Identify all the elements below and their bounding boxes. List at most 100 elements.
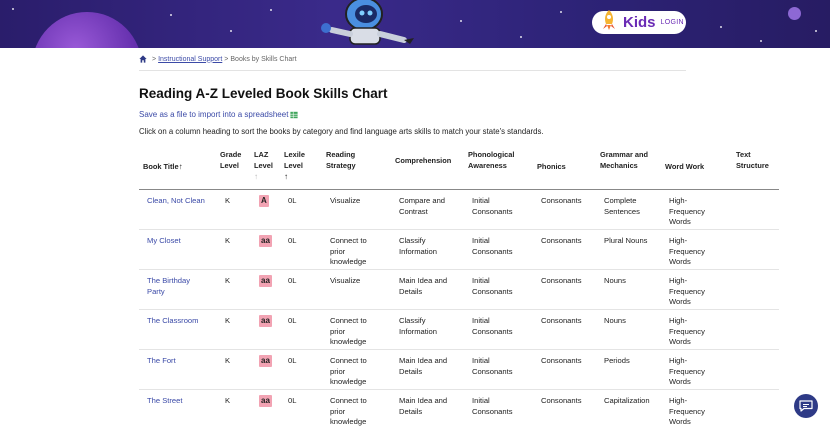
- book-title-link[interactable]: Clean, Not Clean: [147, 196, 205, 207]
- sort-up-icon: ↑: [284, 172, 288, 181]
- column-header-book-title[interactable]: Book Title↑: [143, 161, 183, 172]
- breadcrumb-divider: [139, 70, 686, 71]
- comprehension-cell: Main Idea and Details: [399, 396, 448, 416]
- phonological-cell: Initial Consonants: [472, 316, 513, 336]
- page-title: Reading A-Z Leveled Book Skills Chart: [139, 86, 388, 101]
- column-header-phonics[interactable]: Phonics: [537, 161, 566, 172]
- word-work-cell: High- Frequency Words: [669, 276, 705, 306]
- phonics-cell: Consonants: [541, 356, 582, 365]
- breadcrumb-current: Books by Skills Chart: [230, 55, 297, 63]
- lexile-level-cell: 0L: [288, 316, 297, 325]
- phonics-cell: Consonants: [541, 196, 582, 205]
- rocket-icon: [603, 9, 615, 30]
- comprehension-cell: Classify Information: [399, 236, 437, 256]
- breadcrumb-link-instructional-support[interactable]: Instructional Support: [158, 56, 222, 63]
- column-header-grammar-mechanics[interactable]: Grammar and Mechanics: [600, 149, 648, 171]
- table-row: The Fort K aa 0L Connect to prior knowledg…: [139, 350, 779, 390]
- column-header-lexile-level[interactable]: Lexile Level ↑: [284, 149, 305, 182]
- save-link-text[interactable]: Save as a file to import into a spreadsh…: [139, 110, 288, 119]
- column-header-text-structure[interactable]: Text Structure: [736, 149, 769, 171]
- laz-level-badge: aa: [259, 235, 272, 247]
- grade-level-cell: K: [225, 316, 231, 325]
- site-banner: Kids LOGIN: [0, 0, 830, 48]
- sort-up-icon: ↑: [254, 172, 258, 181]
- grammar-cell: Nouns: [604, 276, 626, 285]
- laz-level-badge: aa: [259, 395, 272, 407]
- comprehension-cell: Compare and Contrast: [399, 196, 446, 216]
- phonological-cell: Initial Consonants: [472, 196, 513, 216]
- laz-level-badge: aa: [259, 355, 272, 367]
- table-row: The Birthday Party K aa 0L Visualize Main…: [139, 270, 779, 310]
- lexile-level-cell: 0L: [288, 396, 297, 405]
- grade-level-cell: K: [225, 196, 231, 205]
- grammar-cell: Nouns: [604, 316, 626, 325]
- table-row: The Street K aa 0L Connect to prior knowle…: [139, 390, 779, 428]
- comprehension-cell: Main Idea and Details: [399, 356, 448, 376]
- reading-strategy-cell: Connect to prior knowledge: [330, 316, 367, 346]
- home-icon[interactable]: [139, 55, 147, 63]
- column-header-word-work[interactable]: Word Work: [665, 161, 704, 172]
- column-header-phonological-awareness[interactable]: Phonological Awareness: [468, 149, 514, 171]
- phonics-cell: Consonants: [541, 276, 582, 285]
- reading-strategy-cell: Connect to prior knowledge: [330, 356, 367, 386]
- lexile-level-cell: 0L: [288, 236, 297, 245]
- sort-up-icon: ↑: [178, 162, 183, 171]
- reading-strategy-cell: Visualize: [330, 196, 361, 205]
- lexile-level-cell: 0L: [288, 276, 297, 285]
- chat-button[interactable]: [794, 394, 818, 418]
- column-header-comprehension[interactable]: Comprehension: [395, 155, 451, 166]
- laz-level-badge: aa: [259, 275, 272, 287]
- lexile-level-cell: 0L: [288, 196, 297, 205]
- kids-login-button[interactable]: Kids LOGIN: [592, 9, 686, 34]
- breadcrumb: > Instructional Support > Books by Skill…: [139, 55, 297, 63]
- grade-level-cell: K: [225, 356, 231, 365]
- lexile-level-cell: 0L: [288, 356, 297, 365]
- instructions-text: Click on a column heading to sort the bo…: [139, 127, 544, 136]
- book-title-link[interactable]: The Street: [147, 396, 182, 407]
- column-header-reading-strategy[interactable]: Reading Strategy: [326, 149, 356, 171]
- table-row: My Closet K aa 0L Connect to prior knowled…: [139, 230, 779, 270]
- word-work-cell: High- Frequency Words: [669, 316, 705, 346]
- book-title-link[interactable]: The Fort: [147, 356, 176, 367]
- comprehension-cell: Main Idea and Details: [399, 276, 448, 296]
- grade-level-cell: K: [225, 236, 231, 245]
- book-title-link[interactable]: The Birthday Party: [147, 276, 190, 297]
- breadcrumb-separator: >: [224, 55, 229, 63]
- phonics-cell: Consonants: [541, 236, 582, 245]
- table-row: The Classroom K aa 0L Connect to prior kno…: [139, 310, 779, 350]
- phonological-cell: Initial Consonants: [472, 396, 513, 416]
- word-work-cell: High- Frequency Words: [669, 196, 705, 226]
- grammar-cell: Capitalization: [604, 396, 650, 405]
- reading-strategy-cell: Connect to prior knowledge: [330, 236, 367, 266]
- phonological-cell: Initial Consonants: [472, 236, 513, 256]
- book-title-link[interactable]: The Classroom: [147, 316, 198, 327]
- spreadsheet-icon: [290, 111, 299, 118]
- phonological-cell: Initial Consonants: [472, 276, 513, 296]
- laz-level-badge: A: [259, 195, 269, 207]
- reading-strategy-cell: Visualize: [330, 276, 361, 285]
- chat-icon: [799, 400, 813, 412]
- login-label: LOGIN: [660, 19, 684, 26]
- grammar-cell: Complete Sentences: [604, 196, 640, 216]
- column-header-grade-level[interactable]: Grade Level: [220, 149, 241, 171]
- laz-level-badge: aa: [259, 315, 272, 327]
- word-work-cell: High- Frequency Words: [669, 356, 705, 386]
- word-work-cell: High- Frequency Words: [669, 236, 705, 266]
- grade-level-cell: K: [225, 396, 231, 405]
- kids-logo-text: Kids: [623, 14, 656, 31]
- phonics-cell: Consonants: [541, 316, 582, 325]
- book-title-link[interactable]: My Closet: [147, 236, 181, 247]
- word-work-cell: High- Frequency Words: [669, 396, 705, 426]
- reading-strategy-cell: Connect to prior knowledge: [330, 396, 367, 426]
- grammar-cell: Plural Nouns: [604, 236, 648, 245]
- small-planet-graphic: [788, 7, 801, 20]
- save-spreadsheet-link[interactable]: Save as a file to import into a spreadsh…: [139, 110, 299, 119]
- grammar-cell: Periods: [604, 356, 630, 365]
- breadcrumb-separator: >: [152, 55, 157, 63]
- comprehension-cell: Classify Information: [399, 316, 437, 336]
- table-row: Clean, Not Clean K A 0L Visualize Compar…: [139, 190, 779, 230]
- phonics-cell: Consonants: [541, 396, 582, 405]
- planet-graphic: [32, 12, 142, 48]
- column-header-laz-level[interactable]: LAZ Level ↑: [254, 149, 273, 182]
- robot-mascot-icon: [321, 0, 414, 45]
